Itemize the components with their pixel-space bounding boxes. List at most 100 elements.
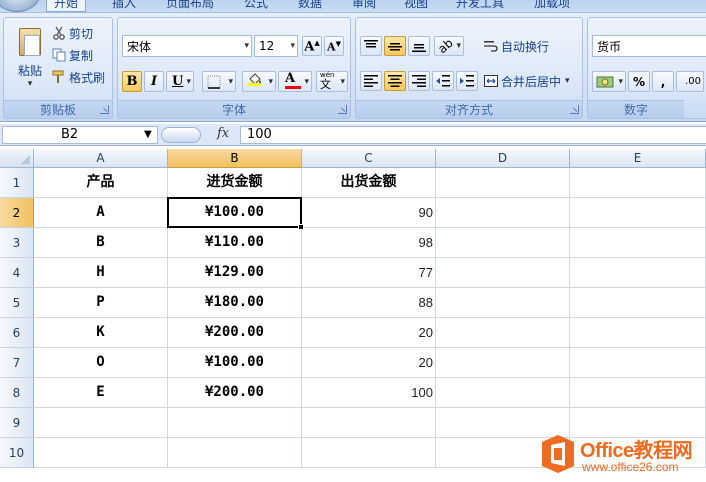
office-button[interactable] <box>0 0 40 12</box>
cell-d7[interactable] <box>436 348 570 378</box>
column-header-b[interactable]: B <box>168 149 302 168</box>
tab-data[interactable]: 数据 <box>290 0 330 12</box>
select-all-button[interactable] <box>0 149 34 168</box>
shrink-font-button[interactable]: A▼ <box>324 36 344 56</box>
cell-a8[interactable]: E <box>34 378 168 408</box>
cut-button[interactable]: 剪切 <box>52 24 93 42</box>
insert-function-icon[interactable]: fx <box>217 126 229 141</box>
cell-d1[interactable] <box>436 168 570 198</box>
cell-c7[interactable]: 20 <box>302 348 436 378</box>
font-size-select[interactable]: 12 <box>254 35 298 57</box>
cell-d3[interactable] <box>436 228 570 258</box>
copy-button[interactable]: 复制 <box>52 46 93 64</box>
cell-e7[interactable] <box>570 348 706 378</box>
name-box[interactable]: B2 <box>2 126 158 144</box>
cell-c3[interactable]: 98 <box>302 228 436 258</box>
cell-e2[interactable] <box>570 198 706 228</box>
cell-d8[interactable] <box>436 378 570 408</box>
cell-a6[interactable]: K <box>34 318 168 348</box>
row-header-7[interactable]: 7 <box>0 348 34 378</box>
align-right-button[interactable] <box>408 71 430 91</box>
number-format-select[interactable]: 货币 <box>592 35 706 57</box>
cell-b2[interactable]: ¥100.00 <box>168 198 302 228</box>
cell-b1[interactable]: 进货金额 <box>168 168 302 198</box>
increase-indent-button[interactable] <box>456 71 478 91</box>
wrap-text-button[interactable]: 自动换行 <box>484 36 549 56</box>
percent-style-button[interactable]: % <box>628 71 650 92</box>
comma-style-button[interactable]: , <box>652 71 674 92</box>
phonetic-guide-button[interactable]: wén 文 <box>316 71 348 92</box>
underline-button[interactable]: U <box>166 71 194 92</box>
cell-b7[interactable]: ¥100.00 <box>168 348 302 378</box>
merge-dropdown-icon[interactable]: ▾ <box>565 76 570 86</box>
column-header-d[interactable]: D <box>436 149 570 168</box>
cell-c2[interactable]: 90 <box>302 198 436 228</box>
cell-e5[interactable] <box>570 288 706 318</box>
cell-a9[interactable] <box>34 408 168 438</box>
cell-d4[interactable] <box>436 258 570 288</box>
tab-formulas[interactable]: 公式 <box>236 0 276 12</box>
fill-color-button[interactable] <box>242 71 276 92</box>
tab-insert[interactable]: 插入 <box>104 0 144 12</box>
row-header-4[interactable]: 4 <box>0 258 34 288</box>
align-center-button[interactable] <box>384 71 406 91</box>
align-middle-button[interactable] <box>384 36 406 56</box>
name-box-dropdown-icon[interactable]: ▼ <box>144 129 152 140</box>
cell-c4[interactable]: 77 <box>302 258 436 288</box>
align-left-button[interactable] <box>360 71 382 91</box>
cell-a2[interactable]: A <box>34 198 168 228</box>
accounting-format-button[interactable] <box>592 71 626 92</box>
tab-addins[interactable]: 加载项 <box>526 0 578 12</box>
cell-b9[interactable] <box>168 408 302 438</box>
row-header-2[interactable]: 2 <box>0 198 34 228</box>
align-top-button[interactable] <box>360 36 382 56</box>
clipboard-dialog-launcher-icon[interactable] <box>100 105 109 114</box>
column-header-c[interactable]: C <box>302 149 436 168</box>
fill-handle[interactable] <box>298 224 304 230</box>
cell-c6[interactable]: 20 <box>302 318 436 348</box>
font-color-button[interactable]: A <box>278 71 312 92</box>
cell-d5[interactable] <box>436 288 570 318</box>
cell-e1[interactable] <box>570 168 706 198</box>
orientation-button[interactable]: ab <box>434 36 464 56</box>
cell-e8[interactable] <box>570 378 706 408</box>
row-header-3[interactable]: 3 <box>0 228 34 258</box>
italic-button[interactable]: I <box>144 71 164 92</box>
tab-review[interactable]: 审阅 <box>344 0 384 12</box>
cell-c5[interactable]: 88 <box>302 288 436 318</box>
bold-button[interactable]: B <box>122 71 142 92</box>
cell-b3[interactable]: ¥110.00 <box>168 228 302 258</box>
row-header-6[interactable]: 6 <box>0 318 34 348</box>
align-bottom-button[interactable] <box>408 36 430 56</box>
cell-c1[interactable]: 出货金额 <box>302 168 436 198</box>
cell-d6[interactable] <box>436 318 570 348</box>
cell-a5[interactable]: P <box>34 288 168 318</box>
grow-font-button[interactable]: A▲ <box>302 36 322 56</box>
decrease-indent-button[interactable] <box>432 71 454 91</box>
cell-c10[interactable] <box>302 438 436 468</box>
row-header-5[interactable]: 5 <box>0 288 34 318</box>
cell-a7[interactable]: O <box>34 348 168 378</box>
row-header-9[interactable]: 9 <box>0 408 34 438</box>
increase-decimal-button[interactable]: .00 <box>676 71 704 92</box>
borders-button[interactable] <box>202 71 236 92</box>
column-header-a[interactable]: A <box>34 149 168 168</box>
cell-b10[interactable] <box>168 438 302 468</box>
row-header-10[interactable]: 10 <box>0 438 34 468</box>
cell-d2[interactable] <box>436 198 570 228</box>
cell-a4[interactable]: H <box>34 258 168 288</box>
cell-b8[interactable]: ¥200.00 <box>168 378 302 408</box>
cell-e3[interactable] <box>570 228 706 258</box>
column-header-e[interactable]: E <box>570 149 706 168</box>
tab-page-layout[interactable]: 页面布局 <box>158 0 222 12</box>
tab-home[interactable]: 开始 <box>46 0 86 12</box>
paste-button[interactable]: 粘贴 ▾ <box>10 22 50 98</box>
cell-c9[interactable] <box>302 408 436 438</box>
formula-bar-expand-handle[interactable] <box>161 127 201 143</box>
cell-b6[interactable]: ¥200.00 <box>168 318 302 348</box>
merge-center-button[interactable]: 合并后居中 ▾ <box>484 71 570 91</box>
tab-developer[interactable]: 开发工具 <box>448 0 512 12</box>
tab-view[interactable]: 视图 <box>396 0 436 12</box>
cell-a3[interactable]: B <box>34 228 168 258</box>
cell-b4[interactable]: ¥129.00 <box>168 258 302 288</box>
